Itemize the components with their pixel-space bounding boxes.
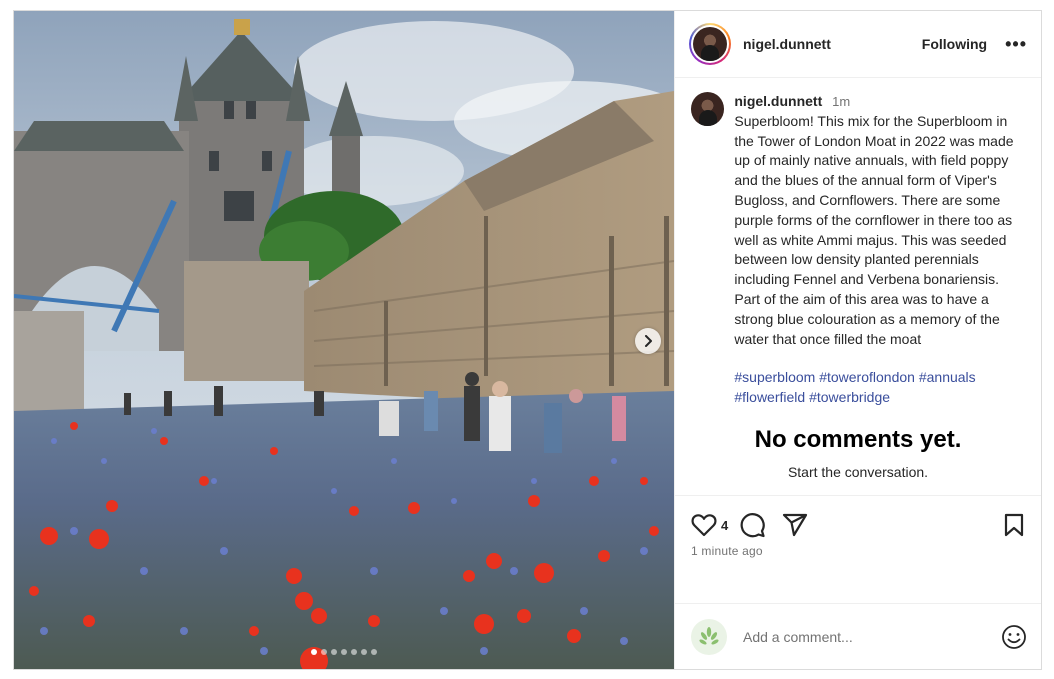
leaf-icon: [699, 626, 719, 645]
header-username[interactable]: nigel.dunnett: [743, 36, 831, 52]
post-header: nigel.dunnett Following •••: [675, 11, 1041, 78]
carousel-dot[interactable]: [321, 649, 327, 655]
chevron-right-icon: [645, 335, 652, 347]
carousel-dot[interactable]: [311, 649, 317, 655]
story-ring[interactable]: [689, 23, 731, 65]
more-options-button[interactable]: •••: [1005, 35, 1027, 53]
caption-time: 1m: [832, 94, 851, 109]
carousel-dot[interactable]: [341, 649, 347, 655]
caption: nigel.dunnett 1m Superbloom! This mix fo…: [691, 92, 1025, 408]
caption-avatar[interactable]: [691, 92, 725, 126]
posted-time[interactable]: 1 minute ago: [691, 544, 1025, 558]
bookmark-icon[interactable]: [1003, 513, 1025, 537]
emoji-icon[interactable]: [1001, 624, 1027, 650]
viewer-avatar: [691, 618, 727, 655]
no-comments-subtitle: Start the conversation.: [787, 463, 929, 480]
share-icon[interactable]: [782, 513, 808, 537]
following-button[interactable]: Following: [922, 36, 987, 52]
post-photo[interactable]: [14, 11, 674, 669]
like-count[interactable]: 4: [721, 518, 728, 533]
instagram-post: nigel.dunnett Following ••• nigel.dunnet…: [13, 10, 1042, 670]
caption-text: Superbloom! This mix for the Superbloom …: [734, 112, 1014, 347]
heart-icon[interactable]: [691, 513, 717, 537]
post-side-panel: nigel.dunnett Following ••• nigel.dunnet…: [674, 11, 1041, 669]
caption-area: nigel.dunnett 1m Superbloom! This mix fo…: [675, 78, 1041, 495]
caption-username[interactable]: nigel.dunnett: [734, 93, 822, 109]
hashtag-link[interactable]: #superbloom: [734, 369, 815, 385]
carousel-dot[interactable]: [351, 649, 357, 655]
hashtag-link[interactable]: #annuals: [919, 369, 976, 385]
no-comments-title: No comments yet.: [754, 425, 962, 453]
avatar: [693, 27, 727, 61]
carousel-dot[interactable]: [361, 649, 367, 655]
comment-composer: [675, 603, 1041, 669]
hashtag-link[interactable]: #toweroflondon: [819, 369, 915, 385]
superbloom-photo: [14, 11, 674, 669]
comment-input[interactable]: [741, 627, 1001, 646]
post-actions: 4 1 minute ago: [675, 495, 1041, 603]
hashtags: #superbloom #toweroflondon #annuals #flo…: [734, 368, 1025, 408]
carousel-dots: [14, 649, 674, 655]
carousel-next-button[interactable]: [635, 328, 661, 354]
empty-comments: No comments yet. Start the conversation.: [691, 426, 1025, 480]
carousel-dot[interactable]: [331, 649, 337, 655]
comment-icon[interactable]: [740, 512, 766, 538]
carousel-dot[interactable]: [371, 649, 377, 655]
hashtag-link[interactable]: #towerbridge: [809, 389, 890, 405]
hashtag-link[interactable]: #flowerfield: [734, 389, 805, 405]
